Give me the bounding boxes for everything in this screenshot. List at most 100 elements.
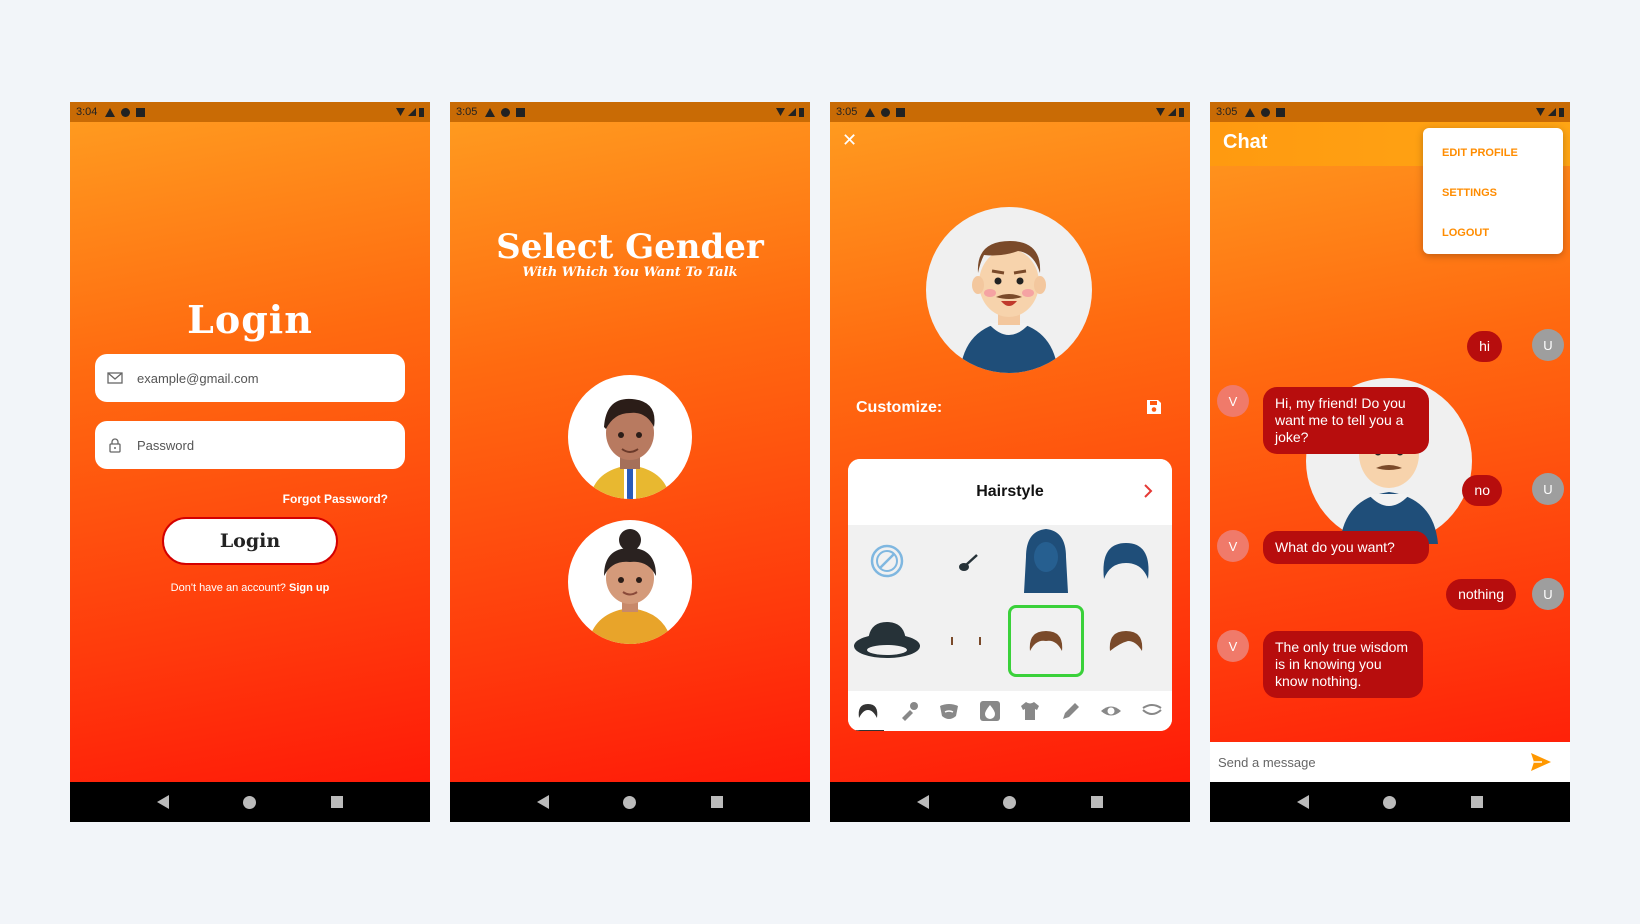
- tab-makeup[interactable]: [1059, 699, 1083, 723]
- back-icon[interactable]: [1297, 795, 1310, 809]
- close-icon[interactable]: ✕: [842, 130, 857, 151]
- user-avatar: U: [1532, 473, 1564, 505]
- recents-icon[interactable]: [1090, 796, 1103, 808]
- customize-screen: ✕ Customize: Hairstyle: [830, 122, 1190, 782]
- male-avatar-image: [590, 398, 670, 499]
- gender-screen: Select Gender With Which You Want To Tal…: [450, 122, 810, 782]
- shirt-icon: [1021, 702, 1040, 720]
- message-bubble-user: hi: [1467, 331, 1502, 362]
- hairstyle-option[interactable]: [1088, 525, 1164, 597]
- nav-bar: [450, 782, 810, 822]
- hijab-icon: [1024, 529, 1068, 593]
- save-icon[interactable]: [1146, 399, 1162, 415]
- signup-link[interactable]: Sign up: [289, 582, 329, 594]
- login-phone: 3:04 Login Forgot Password? Login Don't …: [70, 102, 430, 822]
- avatar-preview: [926, 207, 1092, 373]
- warning-icon: [485, 107, 496, 117]
- home-icon[interactable]: [1003, 795, 1017, 809]
- beard-icon: [940, 704, 959, 719]
- nav-bar: [70, 782, 430, 822]
- no-style-icon: [870, 544, 904, 578]
- menu-item-logout[interactable]: LOGOUT: [1442, 227, 1489, 239]
- page-subtitle: With Which You Want To Talk: [522, 265, 738, 280]
- hairstyle-option[interactable]: [1008, 525, 1084, 597]
- chevron-right-icon[interactable]: [1138, 481, 1158, 501]
- sd-card-icon: [516, 107, 526, 117]
- signal-icon: [1548, 108, 1556, 116]
- signal-icon: [1168, 108, 1176, 116]
- message-bubble-user: no: [1462, 475, 1502, 506]
- sd-card-icon: [136, 107, 146, 117]
- sd-card-icon: [896, 107, 906, 117]
- avatar-preview-image: [960, 241, 1058, 373]
- eye-icon: [1101, 706, 1122, 716]
- warning-icon: [865, 107, 876, 117]
- tab-hair[interactable]: [852, 699, 885, 731]
- eyelash-icon: [1142, 704, 1162, 715]
- message-bubble-bot: The only true wisdom is in knowing you k…: [1263, 631, 1423, 698]
- user-avatar: U: [1532, 578, 1564, 610]
- app-icon: [1261, 107, 1271, 117]
- tab-eyelashes[interactable]: [1140, 699, 1164, 723]
- gender-phone: 3:05 Select Gender With Which You Want T…: [450, 102, 810, 822]
- battery-icon: [1559, 107, 1564, 117]
- overflow-menu: EDIT PROFILE SETTINGS LOGOUT: [1423, 128, 1563, 254]
- send-icon[interactable]: [1530, 752, 1552, 772]
- wifi-icon: [776, 108, 785, 116]
- recents-icon[interactable]: [330, 796, 343, 808]
- topknot-hair-icon: [959, 554, 978, 571]
- male-avatar-option[interactable]: [568, 375, 692, 499]
- tab-clothes[interactable]: [1018, 699, 1042, 723]
- tab-color[interactable]: [978, 699, 1002, 723]
- wifi-icon: [1536, 108, 1545, 116]
- bot-avatar: V: [1217, 530, 1249, 562]
- female-avatar-option[interactable]: [568, 520, 692, 644]
- back-icon[interactable]: [537, 795, 550, 809]
- hairstyle-none[interactable]: [849, 525, 925, 597]
- hairstyle-option-selected[interactable]: [1008, 605, 1084, 677]
- warning-icon: [105, 107, 116, 117]
- tab-eyes[interactable]: [1099, 699, 1123, 723]
- password-input[interactable]: [135, 436, 379, 454]
- tab-beard[interactable]: [937, 699, 961, 723]
- status-bar: 3:05: [1210, 102, 1570, 122]
- hairstyle-option[interactable]: [928, 525, 1004, 597]
- app-icon: [881, 107, 891, 117]
- back-icon[interactable]: [157, 795, 170, 809]
- password-field[interactable]: [95, 421, 405, 469]
- menu-item-settings[interactable]: SETTINGS: [1442, 187, 1497, 199]
- category-tabs: [848, 691, 1172, 731]
- menu-item-edit-profile[interactable]: EDIT PROFILE: [1442, 147, 1518, 159]
- customization-panel: Hairstyle: [848, 459, 1172, 731]
- message-bubble-bot: What do you want?: [1263, 531, 1429, 564]
- home-icon[interactable]: [1383, 795, 1397, 809]
- recents-icon[interactable]: [1470, 796, 1483, 808]
- wifi-icon: [396, 108, 405, 116]
- pen-icon: [1062, 703, 1079, 719]
- message-input[interactable]: [1216, 753, 1510, 771]
- home-icon[interactable]: [243, 795, 257, 809]
- message-composer: [1210, 742, 1570, 782]
- app-icon: [501, 107, 511, 117]
- hairstyle-option[interactable]: [928, 605, 1004, 677]
- home-icon[interactable]: [623, 795, 637, 809]
- back-icon[interactable]: [917, 795, 930, 809]
- sd-card-icon: [1276, 107, 1286, 117]
- hairstyle-option[interactable]: [1088, 605, 1164, 677]
- email-input[interactable]: [135, 369, 379, 387]
- recents-icon[interactable]: [710, 796, 723, 808]
- status-time: 3:05: [836, 106, 858, 118]
- chat-screen: Chat EDIT PROFILE SETTINGS LOGOUT hi U V…: [1210, 122, 1570, 782]
- login-button[interactable]: Login: [162, 517, 338, 565]
- hairstyle-option[interactable]: [849, 605, 925, 677]
- panel-header: Hairstyle: [848, 459, 1172, 525]
- battery-icon: [799, 107, 804, 117]
- short-hair-icon: [1029, 631, 1063, 651]
- status-time: 3:04: [76, 106, 98, 118]
- page-title: Select Gender: [496, 227, 764, 267]
- email-field[interactable]: [95, 354, 405, 402]
- forgot-password-link[interactable]: Forgot Password?: [283, 492, 388, 506]
- signal-icon: [788, 108, 796, 116]
- tab-accessories[interactable]: [897, 699, 921, 723]
- bot-avatar: V: [1217, 385, 1249, 417]
